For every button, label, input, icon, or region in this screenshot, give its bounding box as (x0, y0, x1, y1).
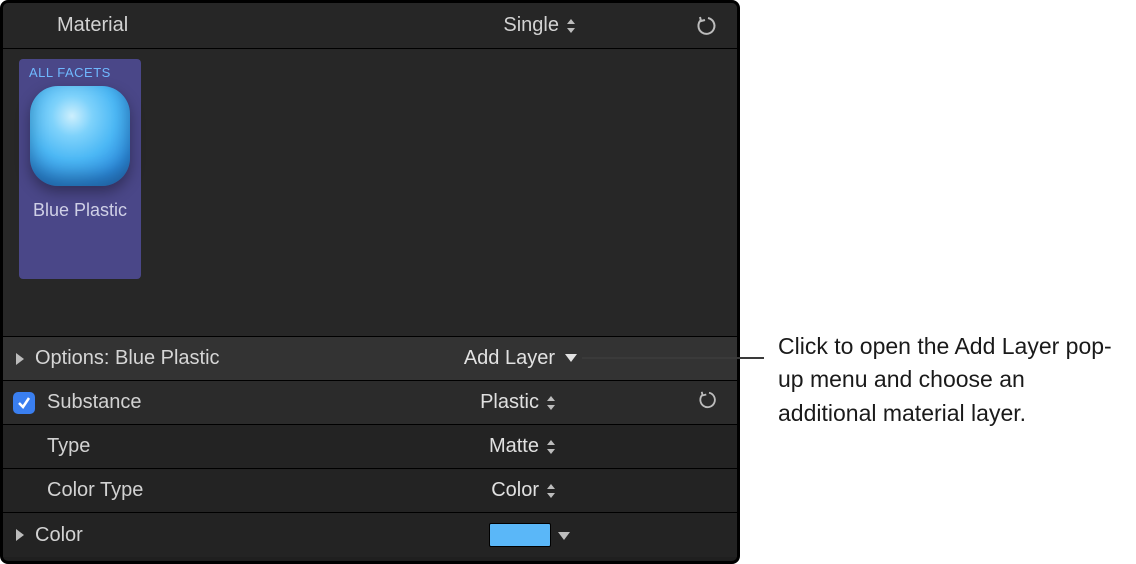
chevron-down-icon (563, 347, 579, 370)
material-mode-value: Single (503, 14, 559, 37)
add-layer-label: Add Layer (464, 347, 555, 370)
color-type-row: Color Type Color (3, 469, 737, 513)
type-label: Type (47, 435, 90, 458)
facet-card[interactable]: ALL FACETS Blue Plastic (19, 59, 141, 279)
callout-line (582, 357, 764, 359)
chevron-down-icon[interactable] (557, 524, 571, 547)
disclosure-right-icon[interactable] (13, 352, 27, 366)
material-header: Material Single (3, 3, 737, 49)
material-swatch (30, 86, 130, 186)
substance-value-popup[interactable]: Plastic (480, 391, 557, 414)
substance-row: Substance Plastic (3, 381, 737, 425)
substance-label: Substance (47, 391, 142, 414)
callout-text: Click to open the Add Layer pop-up menu … (778, 330, 1118, 430)
material-name-label: Blue Plastic (33, 200, 127, 221)
options-row: Options: Blue Plastic Add Layer (3, 337, 737, 381)
options-label: Options: Blue Plastic (35, 347, 220, 370)
material-preview-well: ALL FACETS Blue Plastic (3, 49, 737, 337)
stepper-icon (545, 483, 557, 499)
type-value-popup[interactable]: Matte (489, 435, 557, 458)
material-inspector-panel: Material Single ALL FACETS Blue Plastic (0, 0, 740, 564)
reset-icon[interactable] (699, 390, 719, 416)
color-well[interactable] (489, 523, 551, 547)
color-value-group (489, 523, 571, 547)
stepper-icon (565, 18, 577, 34)
add-layer-popup[interactable]: Add Layer (464, 347, 579, 370)
reset-icon[interactable] (697, 15, 719, 37)
stepper-icon (545, 439, 557, 455)
color-row: Color (3, 513, 737, 557)
substance-checkbox[interactable] (13, 392, 35, 414)
material-mode-popup[interactable]: Single (503, 14, 577, 37)
color-label: Color (35, 524, 83, 547)
color-type-value-popup[interactable]: Color (491, 479, 557, 502)
color-type-label: Color Type (47, 479, 143, 502)
all-facets-label: ALL FACETS (25, 65, 111, 80)
check-icon (16, 395, 32, 411)
disclosure-right-icon[interactable] (13, 528, 27, 542)
type-row: Type Matte (3, 425, 737, 469)
stepper-icon (545, 395, 557, 411)
material-title: Material (57, 14, 503, 37)
